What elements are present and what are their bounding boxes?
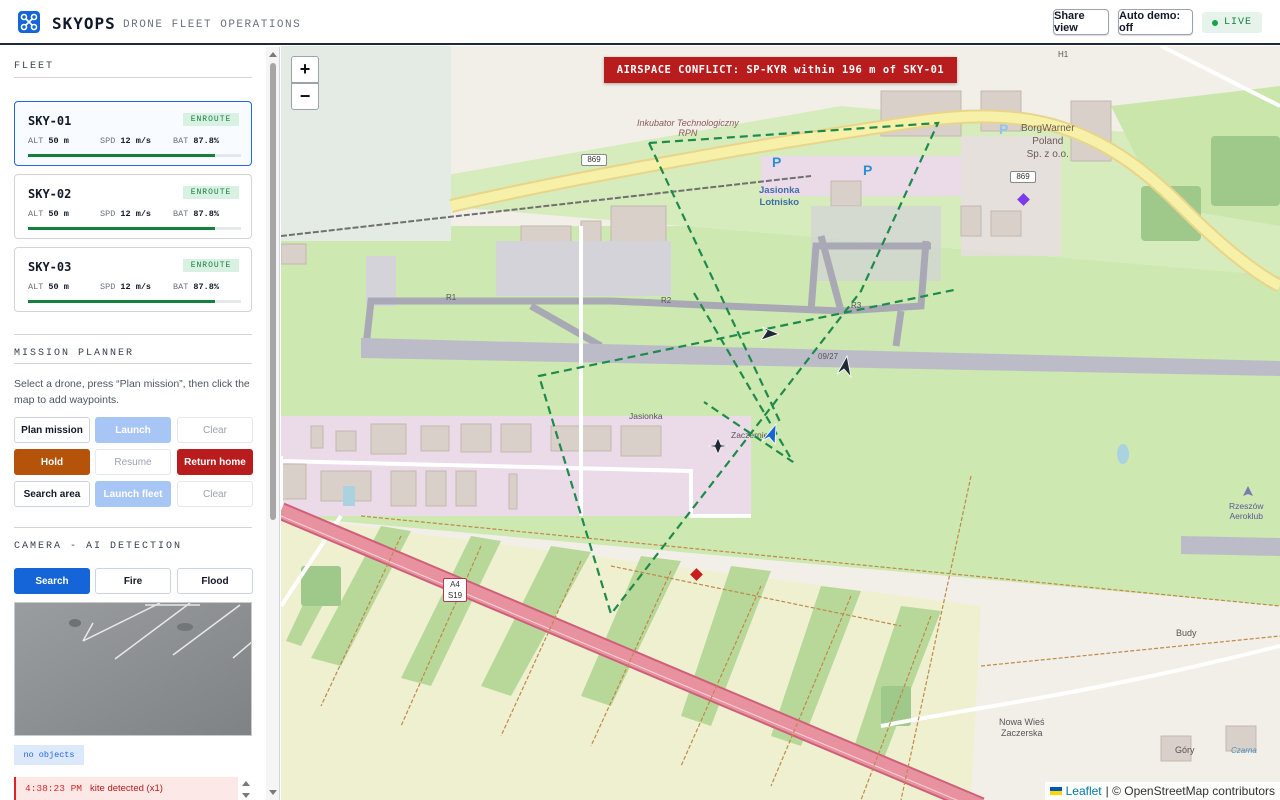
speed-value: 12 m/s bbox=[120, 136, 152, 146]
scroll-up-icon[interactable] bbox=[269, 52, 277, 57]
taxiway-r2-label: R2 bbox=[661, 296, 672, 305]
status-badge: ENROUTE bbox=[183, 259, 239, 272]
leaflet-link[interactable]: Leaflet bbox=[1066, 784, 1102, 798]
resume-button[interactable]: Resume bbox=[95, 449, 171, 475]
map-label-nowa-wies: Nowa Wieś Zaczerska bbox=[999, 717, 1045, 738]
zoom-out-button[interactable]: − bbox=[291, 83, 319, 110]
divider bbox=[14, 363, 252, 364]
taxiway-r1-label: R1 bbox=[446, 293, 457, 302]
battery-bar-fill bbox=[28, 154, 215, 157]
log-time: 4:38:23 PM bbox=[25, 783, 83, 794]
map-attribution: Leaflet | © OpenStreetMap contributors bbox=[1044, 782, 1280, 800]
battery-value: 87.8% bbox=[193, 282, 219, 292]
status-badge: ENROUTE bbox=[183, 113, 239, 126]
mode-fire-button[interactable]: Fire bbox=[95, 568, 171, 594]
road-a4-shield: A4 S19 bbox=[443, 578, 467, 602]
battery-bar bbox=[28, 154, 241, 157]
live-label: LIVE bbox=[1223, 17, 1252, 28]
altitude-value: 50 m bbox=[48, 209, 69, 219]
sidebar-scrollbar[interactable] bbox=[266, 47, 279, 800]
map-label-rzeszow-aeroklub: Rzeszów Aeroklub bbox=[1229, 501, 1264, 521]
clear-area-button[interactable]: Clear bbox=[177, 481, 253, 507]
launch-fleet-button[interactable]: Launch fleet bbox=[95, 481, 171, 507]
svg-text:P: P bbox=[999, 121, 1008, 137]
log-text: kite detected (x1) bbox=[90, 783, 163, 794]
clear-mission-button[interactable]: Clear bbox=[177, 417, 253, 443]
divider bbox=[14, 527, 252, 528]
map-label-incubator: Inkubator Technologiczny RPN bbox=[637, 118, 739, 138]
runway-label: 09/27 bbox=[818, 352, 839, 361]
camera-title: CAMERA - AI DETECTION bbox=[14, 541, 183, 552]
return-home-button[interactable]: Return home bbox=[177, 449, 253, 475]
map-tiles: P P P bbox=[281, 46, 1280, 800]
divider bbox=[14, 77, 252, 78]
map-view[interactable]: P P P Inkubator Technologiczny RPN Jasion… bbox=[281, 46, 1280, 800]
no-objects-badge: no objects bbox=[14, 745, 84, 765]
mission-help-text: Select a drone, press “Plan mission”, th… bbox=[14, 378, 250, 406]
map-label-jasionka-lotnisko: Jasionka Lotnisko bbox=[759, 185, 800, 208]
battery-bar bbox=[28, 300, 241, 303]
drone-card-sky-02[interactable]: SKY-02 ENROUTE ALT 50 m SPD 12 m/s BAT 8… bbox=[14, 174, 252, 239]
drone-name: SKY-03 bbox=[28, 260, 72, 274]
map-label-budy: Budy bbox=[1176, 628, 1197, 638]
svg-text:P: P bbox=[772, 154, 781, 170]
share-view-button[interactable]: Share view bbox=[1053, 9, 1109, 35]
live-dot-icon bbox=[1211, 19, 1218, 26]
status-badge: ENROUTE bbox=[183, 186, 239, 199]
detection-log-entry: 4:38:23 PM kite detected (x1) bbox=[14, 777, 238, 800]
drone-card-sky-01[interactable]: SKY-01 ENROUTE ALT 50 m SPD 12 m/s BAT 8… bbox=[14, 101, 252, 166]
divider bbox=[14, 334, 252, 335]
battery-bar bbox=[28, 227, 241, 230]
battery-value: 87.8% bbox=[193, 209, 219, 219]
map-label-zaczernie: Zaczernie bbox=[731, 430, 769, 440]
camera-feed bbox=[14, 602, 252, 736]
hold-button[interactable]: Hold bbox=[14, 449, 90, 475]
road-869-shield: 869 bbox=[1010, 171, 1036, 183]
speed-value: 12 m/s bbox=[120, 282, 152, 292]
battery-bar-fill bbox=[28, 300, 215, 303]
search-area-button[interactable]: Search area bbox=[14, 481, 90, 507]
altitude-value: 50 m bbox=[48, 136, 69, 146]
log-scroll-down-icon[interactable] bbox=[242, 793, 250, 798]
sidebar: FLEET SKY-01 ENROUTE ALT 50 m SPD 12 m/s… bbox=[0, 47, 280, 800]
map-label-h1: H1 bbox=[1058, 50, 1069, 59]
drone-card-sky-03[interactable]: SKY-03 ENROUTE ALT 50 m SPD 12 m/s BAT 8… bbox=[14, 247, 252, 312]
log-scroll-up-icon[interactable] bbox=[242, 781, 250, 786]
map-label-czarna: Czarna bbox=[1231, 746, 1257, 755]
app-title: SKYOPS bbox=[52, 14, 116, 33]
osm-attribution: | © OpenStreetMap contributors bbox=[1105, 784, 1275, 798]
drone-name: SKY-02 bbox=[28, 187, 72, 201]
scrollbar-thumb[interactable] bbox=[270, 63, 276, 520]
map-label-gory: Góry bbox=[1175, 745, 1195, 755]
launch-button[interactable]: Launch bbox=[95, 417, 171, 443]
map-label-jasionka: Jasionka bbox=[629, 411, 663, 421]
top-bar: SKYOPS DRONE FLEET OPERATIONS Share view… bbox=[0, 0, 1280, 45]
map-label-borgwarner: BorgWarner Poland Sp. z o.o. bbox=[1021, 123, 1075, 160]
mode-flood-button[interactable]: Flood bbox=[177, 568, 253, 594]
drone-name: SKY-01 bbox=[28, 114, 72, 128]
speed-value: 12 m/s bbox=[120, 209, 152, 219]
battery-value: 87.8% bbox=[193, 136, 219, 146]
airspace-conflict-banner: AIRSPACE CONFLICT: SP-KYR within 196 m o… bbox=[604, 57, 957, 83]
scroll-down-icon[interactable] bbox=[269, 790, 277, 795]
live-status-badge: LIVE bbox=[1202, 12, 1262, 33]
mode-search-button[interactable]: Search bbox=[14, 568, 90, 594]
app-tagline: DRONE FLEET OPERATIONS bbox=[123, 19, 302, 31]
mission-planner-title: MISSION PLANNER bbox=[14, 348, 135, 359]
battery-bar-fill bbox=[28, 227, 215, 230]
zoom-in-button[interactable]: + bbox=[291, 56, 319, 83]
drone-logo-icon bbox=[18, 11, 40, 33]
road-869-shield: 869 bbox=[581, 154, 607, 166]
auto-demo-toggle[interactable]: Auto demo: off bbox=[1118, 9, 1193, 35]
ukraine-flag-icon bbox=[1049, 787, 1062, 795]
taxiway-r3-label: R3 bbox=[851, 301, 862, 310]
svg-text:P: P bbox=[863, 162, 872, 178]
plan-mission-button[interactable]: Plan mission bbox=[14, 417, 90, 443]
altitude-value: 50 m bbox=[48, 282, 69, 292]
fleet-title: FLEET bbox=[14, 61, 55, 72]
